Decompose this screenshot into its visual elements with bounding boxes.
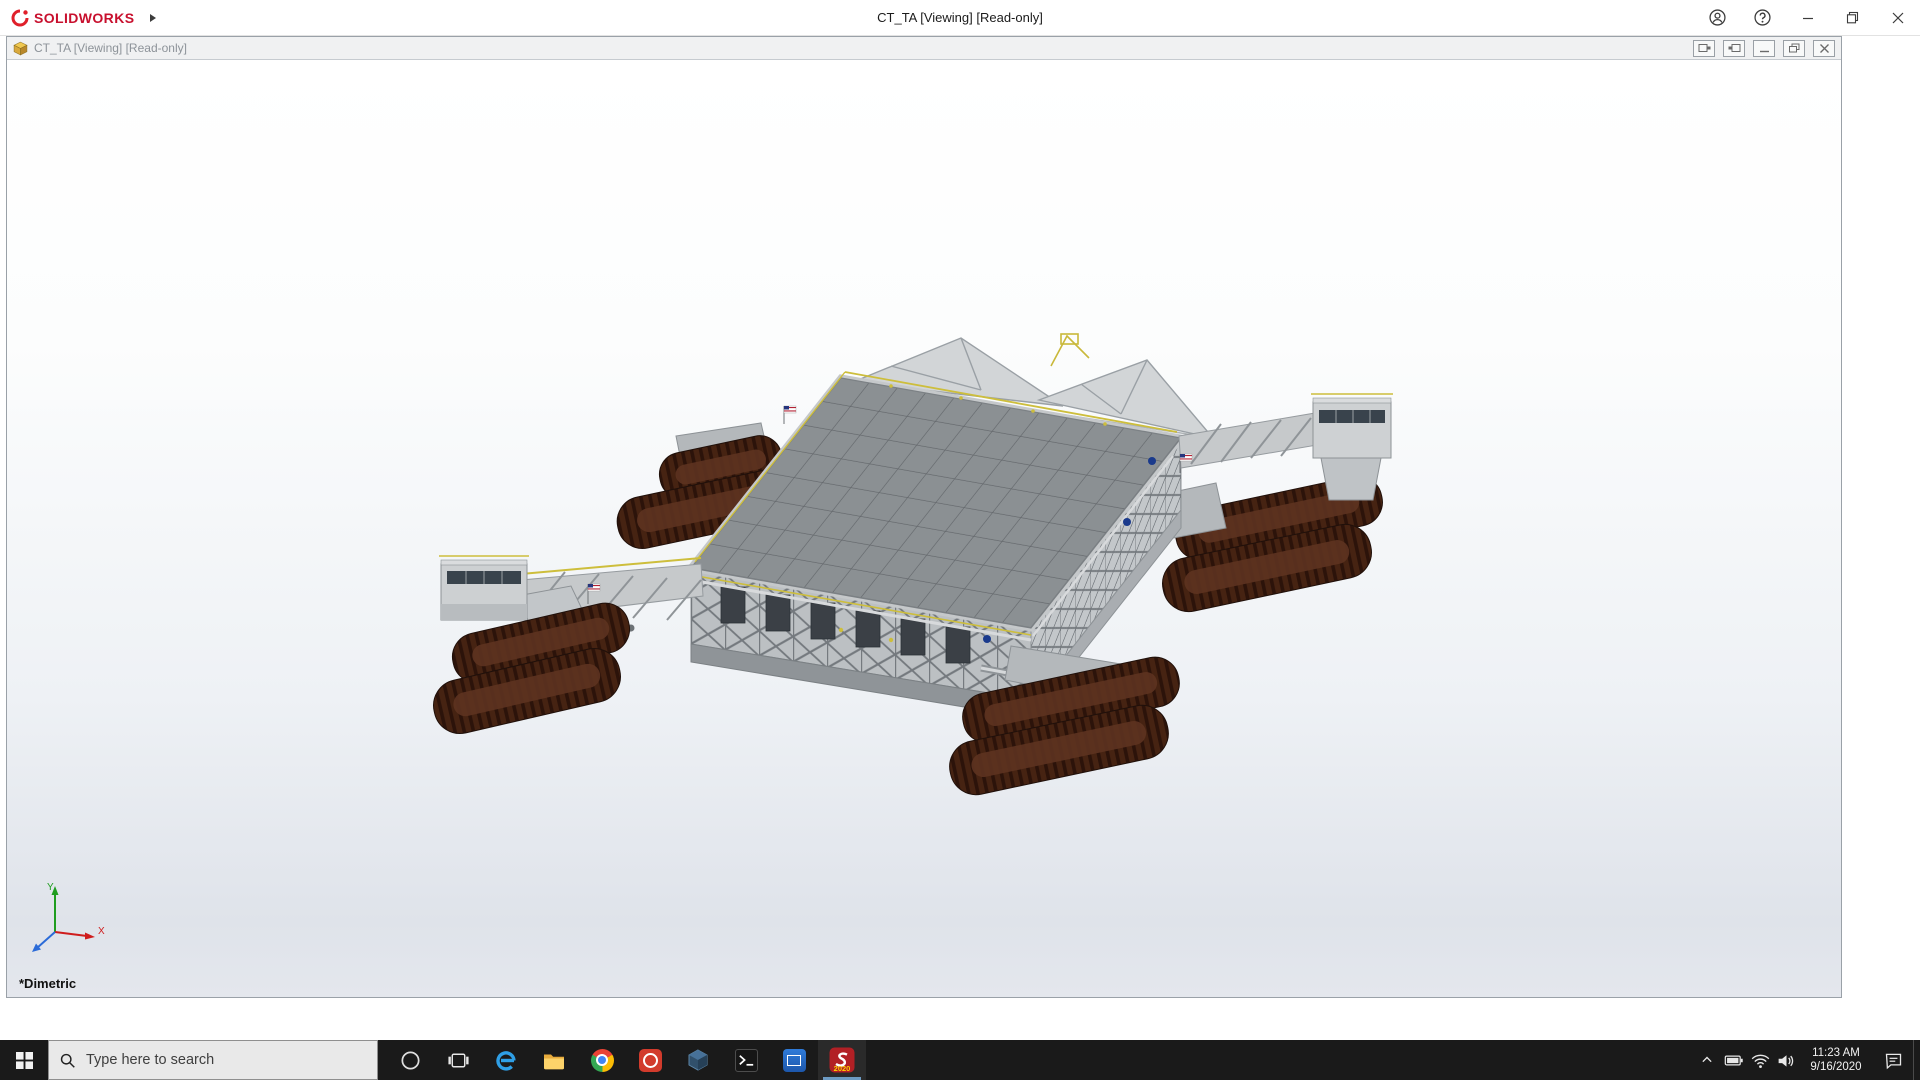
battery-icon xyxy=(1724,1050,1745,1071)
window-layout-icon xyxy=(1728,43,1741,54)
doc-close-button[interactable] xyxy=(1813,40,1835,57)
x-axis-arrow xyxy=(85,933,95,940)
document-window-controls xyxy=(1693,40,1835,57)
close-icon xyxy=(1819,43,1830,54)
help-button[interactable] xyxy=(1740,0,1785,35)
restore-icon xyxy=(1788,43,1801,54)
window-title: CT_TA [Viewing] [Read-only] xyxy=(877,10,1043,25)
windows-logo-icon xyxy=(16,1052,33,1069)
nasa-logo xyxy=(983,635,991,643)
window-controls xyxy=(1695,0,1920,35)
document-window: CT_TA [Viewing] [Read-only] xyxy=(6,36,1842,998)
close-button[interactable] xyxy=(1875,0,1920,35)
taskbar-app-file-explorer[interactable] xyxy=(530,1040,578,1080)
close-icon xyxy=(1892,12,1904,24)
restore-icon xyxy=(1846,11,1859,24)
taskbar-app-task-view[interactable] xyxy=(434,1040,482,1080)
doc-tile-right-button[interactable] xyxy=(1723,40,1745,57)
red-app-icon xyxy=(639,1049,662,1072)
brand-name: SOLIDWORKS xyxy=(34,10,134,26)
nasa-logo xyxy=(1123,518,1131,526)
menu-expand-arrow[interactable] xyxy=(142,0,164,35)
solidworks-app-icon: 2020 xyxy=(829,1047,855,1073)
control-cab-left xyxy=(439,556,529,620)
system-tray: 11:23 AM 9/16/2020 xyxy=(1693,1040,1920,1080)
chrome-icon xyxy=(591,1049,614,1072)
doc-minimize-button[interactable] xyxy=(1753,40,1775,57)
wifi-icon xyxy=(1750,1050,1771,1071)
volume-status[interactable] xyxy=(1773,1040,1799,1080)
doc-restore-button[interactable] xyxy=(1783,40,1805,57)
help-icon xyxy=(1754,9,1771,26)
control-cab-right xyxy=(1311,394,1393,458)
view-orientation-label: *Dimetric xyxy=(19,976,76,991)
us-flag xyxy=(784,406,796,424)
solidworks-logo-icon xyxy=(10,8,30,28)
minimize-icon xyxy=(1802,12,1814,24)
solidworks-logo: SOLIDWORKS xyxy=(0,0,142,35)
start-button[interactable] xyxy=(0,1040,48,1080)
taskbar-app-solidworks[interactable]: 2020 xyxy=(818,1040,866,1080)
account-icon xyxy=(1709,9,1726,26)
taskbar-app-icons: 2020 xyxy=(386,1040,866,1080)
assembly-document-icon xyxy=(13,41,28,56)
battery-status[interactable] xyxy=(1721,1040,1747,1080)
restore-button[interactable] xyxy=(1830,0,1875,35)
cad-viewer-icon xyxy=(686,1048,710,1072)
sw-year-label: 2020 xyxy=(834,1064,851,1073)
task-view-icon xyxy=(447,1049,470,1072)
file-explorer-icon xyxy=(542,1048,566,1072)
taskbar-app-edrawings[interactable] xyxy=(674,1040,722,1080)
x-axis-label: X xyxy=(98,926,105,937)
taskbar-app-blue[interactable] xyxy=(770,1040,818,1080)
windows-taskbar: 2020 xyxy=(0,1040,1920,1080)
edge-icon xyxy=(494,1048,518,1072)
cortana-icon xyxy=(399,1049,422,1072)
y-axis-label: Y xyxy=(47,882,54,893)
blue-app-icon xyxy=(783,1049,806,1072)
deck-crane xyxy=(1051,334,1089,366)
minimize-icon xyxy=(1758,43,1771,54)
search-icon xyxy=(59,1052,76,1069)
chevron-up-icon xyxy=(1697,1050,1717,1070)
z-axis xyxy=(37,932,55,948)
taskbar-app-terminal[interactable] xyxy=(722,1040,770,1080)
network-status[interactable] xyxy=(1747,1040,1773,1080)
chevron-right-icon xyxy=(149,13,157,23)
account-button[interactable] xyxy=(1695,0,1740,35)
search-input[interactable] xyxy=(84,1051,367,1069)
window-layout-icon xyxy=(1698,43,1711,54)
show-desktop-button[interactable] xyxy=(1913,1040,1920,1080)
taskbar-app-chrome[interactable] xyxy=(578,1040,626,1080)
reference-triad[interactable]: Y X xyxy=(25,878,115,964)
clock-date: 9/16/2020 xyxy=(1810,1060,1861,1074)
main-titlebar: SOLIDWORKS CT_TA [Viewing] [Read-only] xyxy=(0,0,1920,36)
graphics-area[interactable]: Y X *Dimetric xyxy=(7,60,1841,997)
action-center-button[interactable] xyxy=(1873,1040,1913,1080)
solidworks-application-window: SOLIDWORKS CT_TA [Viewing] [Read-only] xyxy=(0,0,1920,1080)
taskbar-app-edge[interactable] xyxy=(482,1040,530,1080)
hidden-icons-button[interactable] xyxy=(1693,1040,1721,1080)
taskbar-app-cortana[interactable] xyxy=(386,1040,434,1080)
clock-time: 11:23 AM xyxy=(1810,1046,1861,1060)
doc-tile-left-button[interactable] xyxy=(1693,40,1715,57)
document-titlebar: CT_TA [Viewing] [Read-only] xyxy=(7,37,1841,60)
taskbar-app-media[interactable] xyxy=(626,1040,674,1080)
crawler-transporter-model xyxy=(421,328,1421,828)
taskbar-clock[interactable]: 11:23 AM 9/16/2020 xyxy=(1799,1040,1873,1080)
action-center-icon xyxy=(1883,1050,1904,1071)
minimize-button[interactable] xyxy=(1785,0,1830,35)
nasa-logo xyxy=(1148,457,1156,465)
taskbar-search[interactable] xyxy=(48,1040,378,1080)
terminal-icon xyxy=(735,1049,758,1072)
document-title: CT_TA [Viewing] [Read-only] xyxy=(34,41,187,55)
speaker-icon xyxy=(1776,1050,1797,1071)
